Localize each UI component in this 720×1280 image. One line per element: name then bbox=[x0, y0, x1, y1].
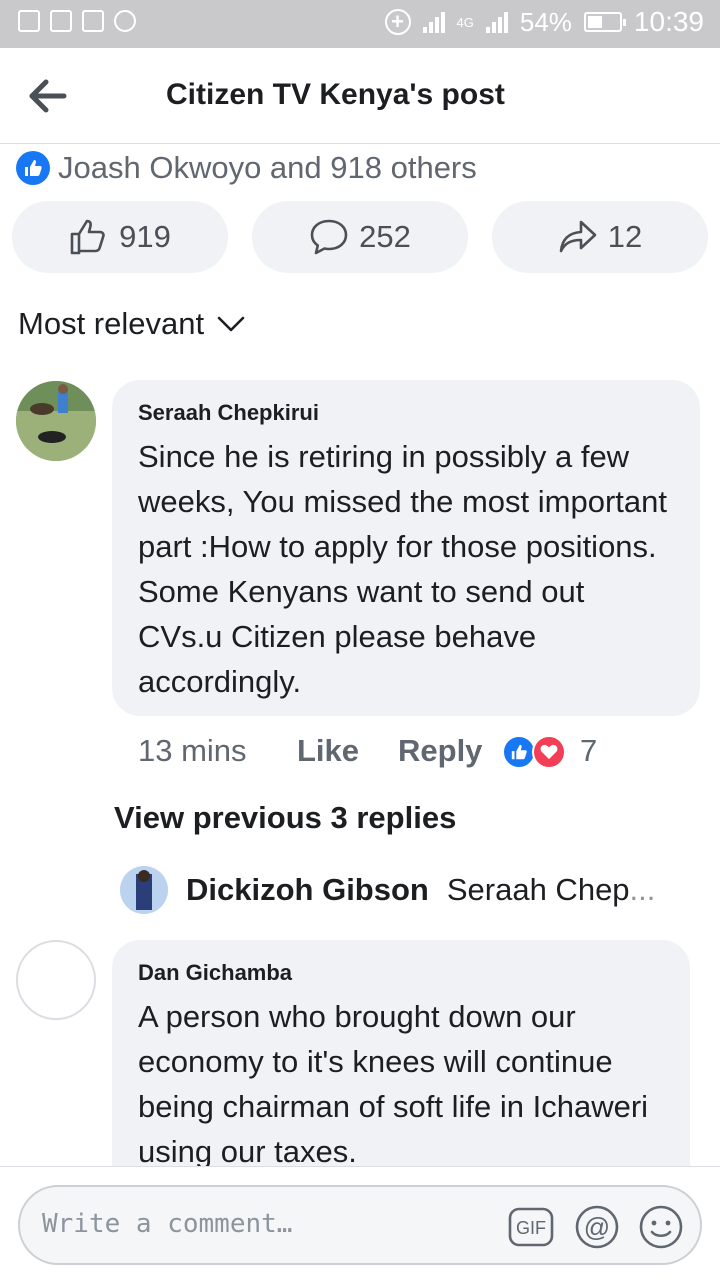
avatar bbox=[120, 866, 168, 914]
love-reaction-icon bbox=[532, 735, 566, 769]
like-reaction-icon bbox=[502, 735, 536, 769]
svg-text:@: @ bbox=[584, 1212, 610, 1242]
share-arrow-icon bbox=[559, 220, 597, 253]
comment-text: Since he is retiring in possibly a few w… bbox=[138, 439, 667, 699]
comment-bubble-icon bbox=[310, 219, 348, 255]
comment-input[interactable]: Write a comment… GIF @ bbox=[18, 1185, 702, 1265]
view-previous-replies-link[interactable]: View previous 3 replies bbox=[114, 800, 456, 836]
comment-reactions[interactable] bbox=[502, 735, 572, 771]
comment-bubble[interactable]: Seraah Chepkirui Since he is retiring in… bbox=[112, 380, 700, 716]
image-icon bbox=[50, 10, 72, 32]
clock: 10:39 bbox=[633, 6, 704, 37]
reply-author: Dickizoh Gibson bbox=[186, 872, 429, 907]
share-button[interactable]: 12 bbox=[492, 201, 708, 273]
reply-snippet: Seraah Chep bbox=[446, 872, 630, 907]
comment-author[interactable]: Seraah Chepkirui bbox=[138, 400, 674, 426]
gif-icon[interactable]: GIF bbox=[508, 1205, 554, 1249]
comment-reaction-count: 7 bbox=[580, 733, 598, 768]
reply-preview[interactable]: Dickizoh Gibson Seraah Chep ... bbox=[120, 866, 655, 914]
thumbs-up-icon bbox=[70, 219, 105, 255]
grid-icon bbox=[82, 10, 104, 32]
comment-bubble[interactable]: Dan Gichamba A person who brought down o… bbox=[112, 940, 690, 1200]
mention-icon[interactable]: @ bbox=[574, 1205, 620, 1249]
status-bar: + 4G 54% 10:39 bbox=[0, 0, 720, 48]
comment-author[interactable]: Dan Gichamba bbox=[138, 960, 664, 986]
signal-2-icon bbox=[485, 11, 508, 33]
page-header: Citizen TV Kenya's post bbox=[0, 48, 720, 144]
network-type: 4G bbox=[456, 14, 474, 30]
data-saver-icon: + bbox=[384, 9, 411, 35]
comment-composer-bar: Write a comment… GIF @ bbox=[0, 1166, 720, 1280]
sort-label: Most relevant bbox=[18, 306, 205, 341]
battery-icon bbox=[583, 12, 626, 32]
like-button[interactable]: 919 bbox=[12, 201, 228, 273]
reply-snippet-wrap: Seraah Chep ... bbox=[447, 872, 656, 908]
comment-timestamp: 13 mins bbox=[138, 733, 247, 768]
avatar[interactable] bbox=[16, 940, 96, 1020]
message-icon bbox=[18, 10, 40, 32]
sort-dropdown[interactable]: Most relevant bbox=[18, 306, 246, 342]
emoji-icon[interactable] bbox=[638, 1205, 684, 1249]
comment-button[interactable]: 252 bbox=[252, 201, 468, 273]
like-count: 919 bbox=[119, 219, 171, 254]
comment-reply-button[interactable]: Reply bbox=[398, 733, 482, 769]
vodafone-icon bbox=[114, 10, 136, 32]
like-reaction-icon bbox=[16, 151, 50, 185]
comment-text: A person who brought down our economy to… bbox=[138, 999, 649, 1169]
reactions-text: Joash Okwoyo and 918 others bbox=[58, 150, 477, 185]
comment-placeholder: Write a comment… bbox=[42, 1209, 293, 1239]
chevron-down-icon bbox=[217, 316, 245, 332]
reactions-summary[interactable]: Joash Okwoyo and 918 others bbox=[16, 150, 477, 186]
svg-text:GIF: GIF bbox=[516, 1218, 546, 1238]
page-title: Citizen TV Kenya's post bbox=[166, 78, 505, 111]
comment-count: 252 bbox=[359, 219, 411, 254]
signal-1-icon bbox=[422, 11, 445, 33]
share-count: 12 bbox=[607, 219, 643, 254]
comment-like-button[interactable]: Like bbox=[297, 733, 359, 769]
avatar[interactable] bbox=[16, 381, 96, 461]
back-arrow-icon[interactable] bbox=[26, 76, 70, 116]
battery-percent: 54% bbox=[519, 6, 572, 37]
status-indicators: + 4G 54% 10:39 bbox=[384, 6, 704, 38]
reply-ellipsis: ... bbox=[629, 872, 656, 907]
notification-icons bbox=[18, 10, 136, 32]
